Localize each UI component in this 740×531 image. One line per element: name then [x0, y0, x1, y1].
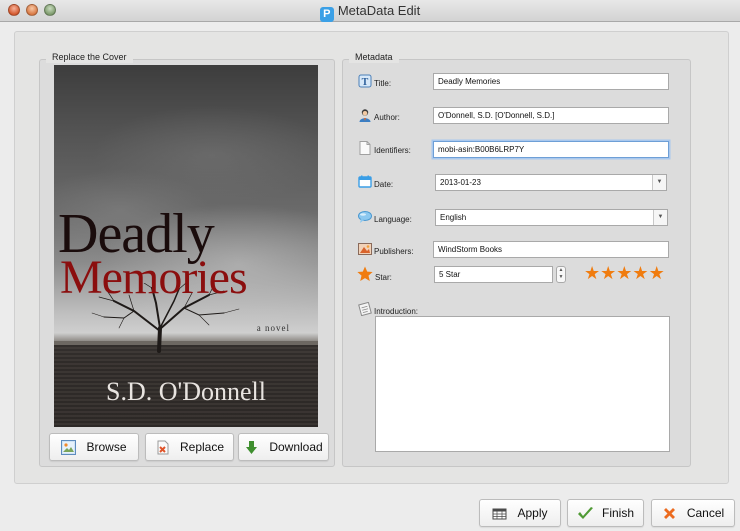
download-arrow-icon	[244, 440, 259, 455]
date-dropdown-arrow-icon[interactable]: ▼	[652, 175, 666, 190]
publishers-label: Publishers:	[374, 247, 414, 256]
star-input[interactable]	[434, 266, 553, 283]
cover-group-label: Replace the Cover	[46, 51, 133, 63]
metadata-edit-window: P MetaData Edit Replace the Cover Deadly …	[0, 0, 740, 531]
publisher-image-icon	[358, 242, 372, 256]
apply-button-label: Apply	[517, 506, 548, 520]
table-icon	[492, 506, 507, 521]
star-icon	[357, 266, 373, 282]
title-label: Title:	[374, 79, 392, 88]
star-label: Star:	[375, 273, 392, 282]
book-cover-image: Deadly Memories a novel S.D. O'Donnell	[54, 65, 318, 427]
cancel-button[interactable]: Cancel	[651, 499, 735, 527]
notepad-icon	[358, 301, 372, 317]
speech-bubble-icon	[358, 210, 372, 224]
apply-button[interactable]: Apply	[479, 499, 561, 527]
window-title: MetaData Edit	[337, 3, 421, 18]
rating-star-icon[interactable]: ★	[616, 263, 632, 283]
cover-subtitle: a novel	[256, 323, 290, 333]
rating-star-icon[interactable]: ★	[584, 263, 600, 283]
metadata-group-label: Metadata	[349, 51, 399, 63]
spinner-up-icon[interactable]: ▲	[557, 267, 565, 274]
language-value: English	[440, 213, 467, 222]
publishers-input[interactable]	[433, 241, 669, 258]
author-person-icon	[358, 108, 372, 122]
date-picker[interactable]: 2013-01-23 ▼	[435, 174, 667, 191]
replace-button[interactable]: Replace	[145, 433, 234, 461]
download-button-label: Download	[269, 440, 323, 454]
star-rating: ★ ★ ★ ★ ★	[584, 263, 665, 283]
svg-text:T: T	[362, 77, 369, 88]
image-icon	[61, 439, 77, 455]
cross-icon	[662, 506, 677, 521]
language-dropdown-arrow-icon[interactable]: ▼	[653, 210, 667, 225]
identifiers-label: Identifiers:	[374, 146, 411, 155]
window-title-wrap: P MetaData Edit	[0, 3, 740, 22]
title-text-icon: T	[358, 74, 372, 88]
title-input[interactable]	[433, 73, 669, 90]
finish-button-label: Finish	[601, 506, 634, 520]
star-spinner[interactable]: ▲ ▼	[556, 266, 566, 283]
author-input[interactable]	[433, 107, 669, 124]
introduction-textarea[interactable]	[375, 316, 670, 452]
rating-star-icon[interactable]: ★	[649, 263, 665, 283]
introduction-label: Introduction:	[374, 307, 419, 316]
identifiers-label-row: Identifiers:	[358, 141, 411, 155]
language-label: Language:	[374, 215, 412, 224]
publishers-label-row: Publishers:	[358, 242, 414, 256]
document-icon	[358, 141, 372, 155]
title-bar: P MetaData Edit	[0, 0, 740, 22]
cancel-button-label: Cancel	[686, 506, 725, 520]
cover-title-line2: Memories	[60, 251, 248, 304]
browse-button-label: Browse	[86, 440, 127, 454]
app-icon: P	[319, 7, 334, 22]
cover-author: S.D. O'Donnell	[106, 377, 266, 406]
download-button[interactable]: Download	[238, 433, 329, 461]
rating-star-icon[interactable]: ★	[600, 263, 616, 283]
title-label-row: T Title:	[358, 74, 391, 88]
date-label-row: Date:	[358, 175, 393, 189]
star-label-row: Star:	[357, 266, 392, 282]
date-label: Date:	[374, 180, 394, 189]
language-label-row: Language:	[358, 210, 412, 224]
checkmark-icon	[577, 506, 593, 521]
calendar-icon	[358, 175, 372, 189]
browse-button[interactable]: Browse	[49, 433, 139, 461]
date-value: 2013-01-23	[440, 178, 481, 187]
identifiers-input[interactable]	[433, 141, 669, 158]
finish-button[interactable]: Finish	[567, 499, 644, 527]
spinner-down-icon[interactable]: ▼	[557, 274, 565, 281]
author-label: Author:	[374, 113, 400, 122]
language-select[interactable]: English ▼	[435, 209, 668, 226]
introduction-label-row: Introduction:	[358, 301, 419, 317]
replace-button-label: Replace	[179, 440, 225, 454]
rating-star-icon[interactable]: ★	[632, 263, 648, 283]
author-label-row: Author:	[358, 108, 400, 122]
replace-file-icon	[155, 440, 170, 455]
